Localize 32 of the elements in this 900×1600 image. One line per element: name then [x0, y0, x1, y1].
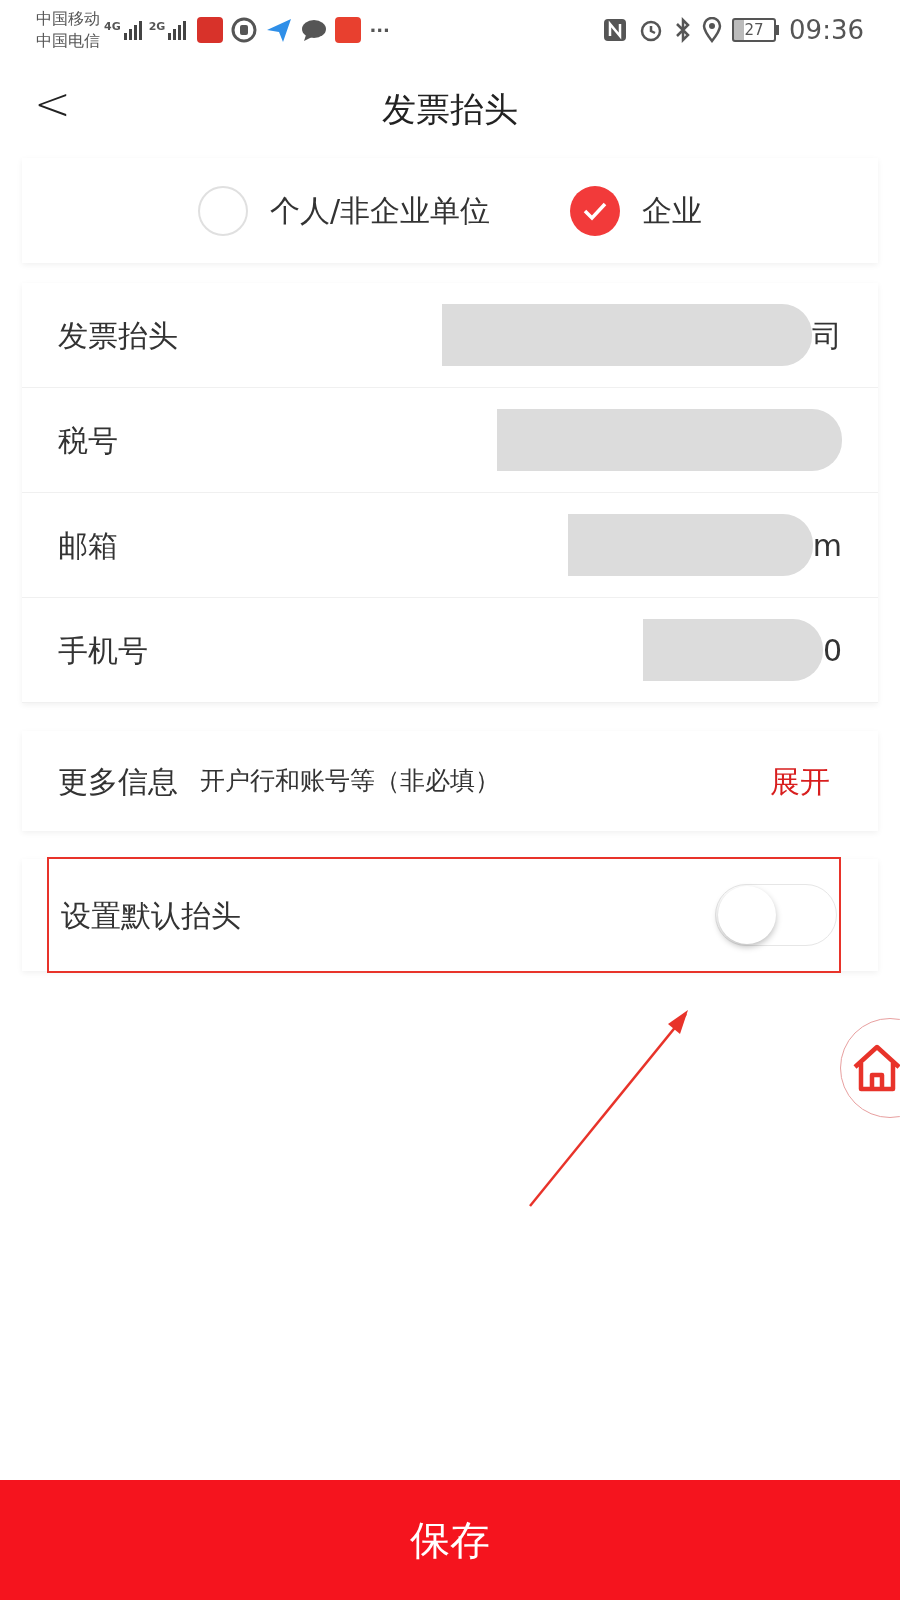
type-radio[interactable]: 个人/非企业单位: [197, 185, 491, 236]
field-label: 邮箱: [58, 526, 118, 565]
chat-icon: [301, 18, 328, 42]
home-icon: [851, 1043, 900, 1093]
field-value: 司: [812, 316, 842, 355]
field-label: 发票抬头: [58, 316, 178, 355]
page-title: 发票抬头: [382, 87, 518, 131]
app-icon: [335, 17, 362, 43]
more-info-hint: 开户行和账号等（非必填）: [200, 765, 500, 798]
more-info-label: 更多信息: [58, 762, 178, 801]
location-icon: [702, 17, 723, 43]
clock-time: 09:36: [789, 13, 864, 47]
field-value: 0: [822, 631, 842, 670]
carrier-name: 中国移动: [36, 8, 100, 30]
network-type: 4G: [104, 19, 121, 35]
default-toggle[interactable]: [715, 884, 837, 946]
nfc-icon: [602, 17, 629, 43]
field-value: m: [812, 526, 842, 565]
field-label: 税号: [58, 421, 118, 460]
network-type: 2G: [148, 19, 166, 35]
more-notifications: ···: [369, 18, 390, 43]
expand-link[interactable]: 展开: [770, 758, 830, 804]
default-title-label: 设置默认抬头: [61, 896, 241, 935]
field-label: 手机号: [58, 631, 148, 670]
carrier-name: 中国电信: [36, 30, 100, 52]
type-radio[interactable]: 企业: [570, 185, 703, 236]
save-button[interactable]: 保存: [0, 1480, 900, 1600]
signal-icon: [122, 19, 145, 41]
app-icon: [197, 17, 224, 43]
battery-icon: 27: [732, 18, 777, 42]
back-button[interactable]: <: [34, 82, 71, 126]
send-icon: [265, 16, 294, 44]
